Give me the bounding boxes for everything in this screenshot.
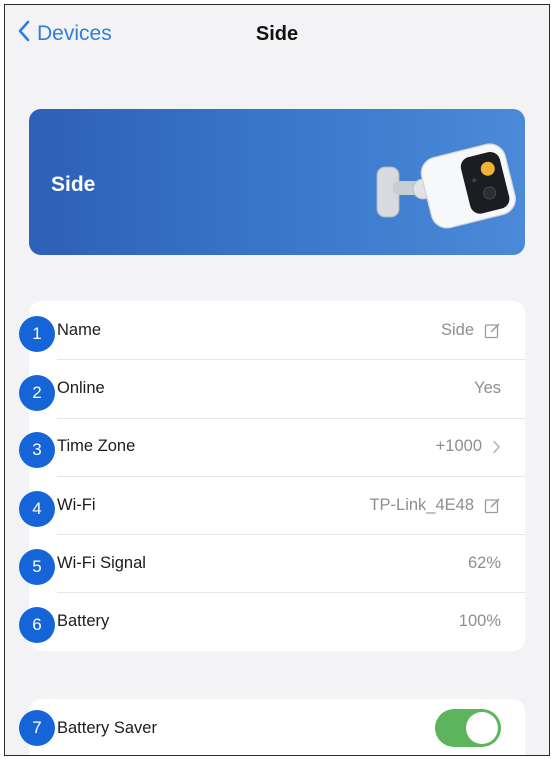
chevron-right-icon bbox=[492, 440, 501, 454]
row-value: 62% bbox=[467, 553, 501, 572]
callout-badge: 3 bbox=[19, 432, 55, 468]
device-settings-screen: Devices Side Side Name Side Online Yes T… bbox=[4, 4, 550, 756]
row-label: Wi-Fi Signal bbox=[57, 553, 146, 572]
row-value: +1000 bbox=[435, 437, 482, 456]
row-value: Yes bbox=[474, 378, 501, 397]
row-label: Online bbox=[57, 378, 105, 397]
list-item-name[interactable]: Name Side bbox=[29, 301, 525, 359]
row-label: Name bbox=[57, 320, 102, 339]
row-value: TP-Link_4E48 bbox=[369, 495, 474, 514]
row-label: Wi-Fi bbox=[57, 495, 96, 514]
callout-badge: 5 bbox=[19, 549, 55, 585]
device-hero-card: Side bbox=[29, 109, 525, 255]
row-value: 100% bbox=[458, 612, 501, 631]
battery-saver-toggle[interactable] bbox=[435, 709, 501, 747]
edit-icon[interactable] bbox=[484, 497, 501, 514]
callout-badge: 6 bbox=[19, 607, 55, 643]
device-name-heading: Side bbox=[51, 173, 96, 196]
row-label: Battery bbox=[57, 612, 110, 631]
camera-image bbox=[376, 143, 517, 229]
callout-badge: 7 bbox=[19, 710, 55, 746]
page-title: Side bbox=[255, 23, 299, 45]
battery-saver-card: Battery Saver bbox=[29, 699, 525, 755]
row-label: Time Zone bbox=[57, 437, 136, 456]
nav-bar: Devices Side bbox=[5, 5, 549, 65]
list-item-wifi[interactable]: Wi-Fi TP-Link_4E48 bbox=[29, 475, 525, 534]
list-item-online: Online Yes bbox=[29, 359, 525, 417]
row-value: Side bbox=[440, 320, 474, 339]
row-label: Battery Saver bbox=[57, 718, 157, 737]
callout-badge: 1 bbox=[19, 316, 55, 352]
list-item-wifi-signal: Wi-Fi Signal 62% bbox=[29, 534, 525, 592]
list-item-battery-saver: Battery Saver bbox=[29, 699, 525, 755]
device-info-list: Name Side Online Yes Time Zone +1000 Wi-… bbox=[29, 301, 525, 651]
list-item-battery: Battery 100% bbox=[29, 592, 525, 650]
callout-badge: 2 bbox=[19, 375, 55, 411]
callout-badge: 4 bbox=[19, 491, 55, 527]
edit-icon[interactable] bbox=[484, 322, 501, 339]
list-item-time-zone[interactable]: Time Zone +1000 bbox=[29, 417, 525, 476]
